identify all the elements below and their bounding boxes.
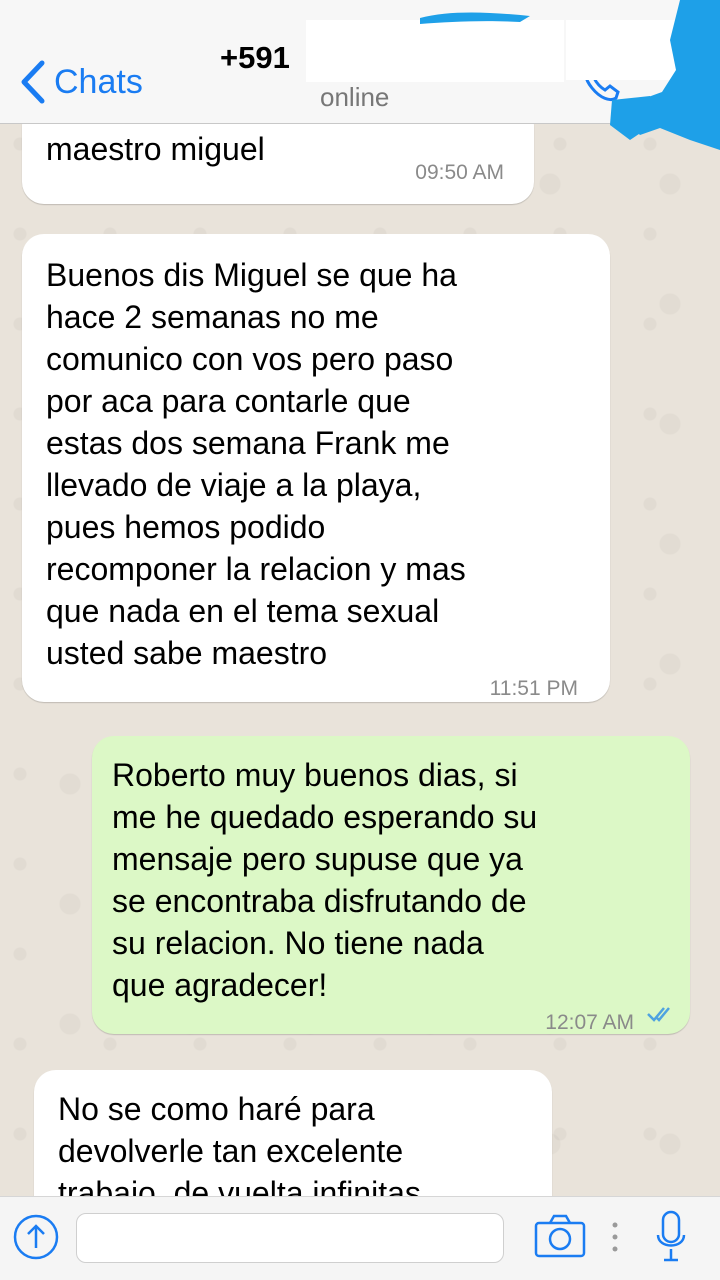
contact-status: online (320, 82, 390, 112)
message-outgoing[interactable]: Roberto muy buenos dias, si me he quedad… (92, 736, 690, 1034)
chat-messages[interactable]: maestro miguel 09:50 AM Buenos dis Migue… (0, 124, 720, 1196)
message-input[interactable] (76, 1213, 504, 1263)
back-button[interactable]: Chats (18, 58, 143, 106)
back-label: Chats (54, 62, 143, 101)
camera-icon[interactable] (534, 1213, 586, 1259)
chevron-left-icon (21, 60, 45, 104)
message-time: 09:50 AM (415, 161, 504, 184)
redaction-box (566, 20, 720, 80)
message-incoming[interactable]: Buenos dis Miguel se que ha hace 2 seman… (22, 234, 610, 702)
upload-icon[interactable] (12, 1213, 60, 1261)
contact-name[interactable]: +591 (220, 40, 290, 76)
message-text: No se como haré para devolverle tan exce… (58, 1091, 421, 1196)
redaction-box (306, 20, 564, 82)
message-incoming[interactable]: maestro miguel 09:50 AM (22, 124, 534, 204)
composer-bar (0, 1196, 720, 1280)
message-incoming[interactable]: No se como haré para devolverle tan exce… (34, 1070, 552, 1196)
chat-header: Chats +591 online (0, 0, 720, 124)
message-time: 11:51 PM (489, 677, 578, 700)
double-check-icon (647, 1007, 670, 1022)
microphone-icon[interactable] (654, 1209, 688, 1265)
message-text: Buenos dis Miguel se que ha hace 2 seman… (46, 257, 466, 671)
message-time: 12:07 AM (545, 1011, 634, 1034)
separator-dots (612, 1222, 618, 1252)
message-text: Roberto muy buenos dias, si me he quedad… (112, 757, 538, 1003)
